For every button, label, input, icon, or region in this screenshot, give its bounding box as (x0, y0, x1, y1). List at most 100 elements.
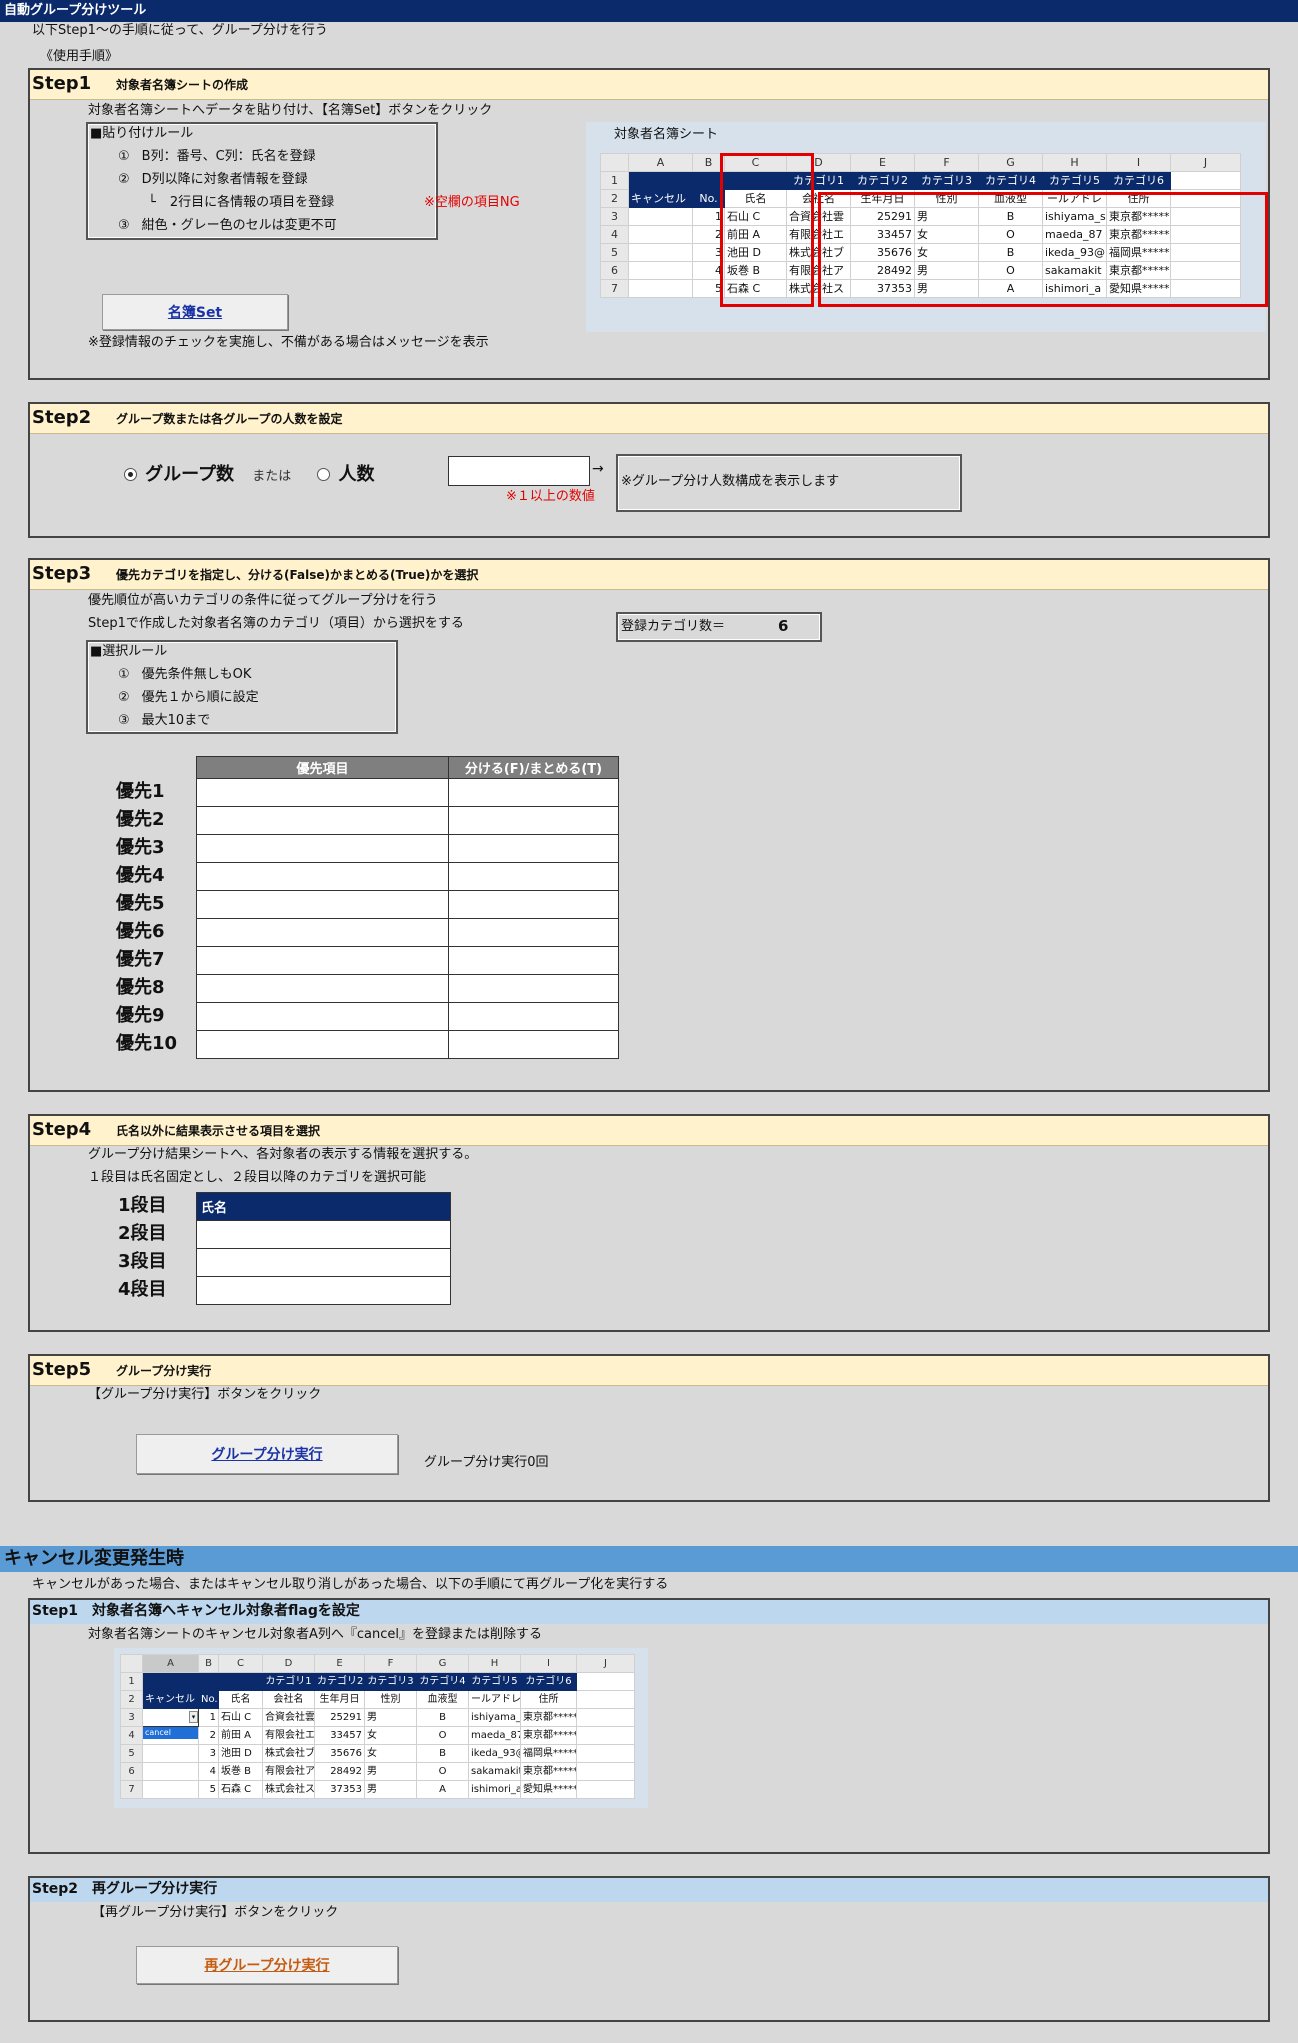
app-title: 自動グループ分けツール (4, 3, 147, 18)
priority-item-cell[interactable] (196, 918, 449, 947)
split-merge-cell[interactable] (448, 1002, 619, 1031)
cancel-sheet-table: ABCDEFGHIJ 1 カテゴリ1 カテゴリ2 カテゴリ3 カテゴリ4 カテゴリ5 カテゴ… (120, 1654, 635, 1799)
rule-num: ③ (118, 713, 130, 728)
step2-label: Step2 (32, 407, 92, 428)
step5-header: Step5 グループ分け実行 (30, 1356, 1268, 1386)
display-row-labels: 1段目 2段目 3段目 4段目 (118, 1192, 198, 1304)
col-header: J (1170, 153, 1241, 172)
group-mode-radio-group: グループ数 または 人数 (124, 460, 375, 486)
cancel-sheet-preview: ABCDEFGHIJ 1 カテゴリ1 カテゴリ2 カテゴリ3 カテゴリ4 カテゴリ5 カテゴ… (114, 1648, 648, 1808)
table-row (196, 890, 619, 919)
cancel-section-header: キャンセル変更発生時 (0, 1546, 1298, 1572)
radio-group-count-label: グループ数 (145, 464, 235, 485)
display-row-label: 3段目 (118, 1251, 167, 1272)
radio-group-count[interactable] (124, 468, 137, 481)
priority-item-cell[interactable] (196, 946, 449, 975)
table-row (196, 806, 619, 835)
step4-desc2: １段目は氏名固定とし、２段目以降のカテゴリを選択可能 (88, 1170, 427, 1185)
priority-label: 優先7 (116, 949, 165, 970)
paste-rules-box: ■貼り付けルール ① B列：番号、C列：氏名を登録 ② D列以降に対象者情報を登録 … (86, 122, 520, 240)
split-merge-cell[interactable] (448, 890, 619, 919)
display-item-cell[interactable] (196, 1276, 451, 1305)
rule-text: D列以降に対象者情報を登録 (141, 172, 308, 187)
col-header: G (978, 153, 1043, 172)
category-count-label: 登録カテゴリ数＝ (621, 619, 726, 634)
group-count-input[interactable] (448, 456, 590, 486)
dropdown-option-cancel[interactable]: cancel (143, 1727, 198, 1739)
step4-header: Step4 氏名以外に結果表示させる項目を選択 (30, 1116, 1268, 1146)
rule-text: 優先条件無しもOK (141, 667, 252, 682)
cancel-dropdown[interactable]: ▾ (142, 1708, 199, 1727)
display-row-label: 4段目 (118, 1279, 167, 1300)
split-merge-cell[interactable] (448, 974, 619, 1003)
table-row (196, 946, 619, 975)
rule-num: └ (148, 195, 156, 210)
priority-item-cell[interactable] (196, 806, 449, 835)
step5-title: グループ分け実行 (116, 1364, 212, 1378)
split-merge-cell[interactable] (448, 946, 619, 975)
cancel-step1-header: Step1 対象者名簿へキャンセル対象者flagを設定 (30, 1600, 1268, 1624)
step3-desc1: 優先順位が高いカテゴリの条件に従ってグループ分けを行う (88, 593, 438, 608)
table-row (196, 1276, 451, 1305)
priority-label: 優先10 (116, 1033, 178, 1054)
split-merge-cell[interactable] (448, 1030, 619, 1059)
split-merge-cell[interactable] (448, 778, 619, 807)
or-label: または (252, 469, 292, 484)
sheet-preview: 対象者名簿シート ABCDEFGHIJ 1 カテゴリ1 カテゴリ2 カテゴリ3 カテゴ… (586, 122, 1268, 332)
app-title-bar: 自動グループ分けツール (0, 0, 1298, 22)
rule-text: 優先１から順に設定 (141, 690, 259, 705)
cancel-step2-desc: 【再グループ分け実行】ボタンをクリック (92, 1905, 339, 1920)
step4-panel: Step4 氏名以外に結果表示させる項目を選択 グループ分け結果シートへ、各対象… (28, 1114, 1270, 1332)
priority-item-cell[interactable] (196, 862, 449, 891)
step4-desc1: グループ分け結果シートへ、各対象者の表示する情報を選択する。 (88, 1147, 478, 1162)
table-row (196, 1220, 451, 1249)
category-cell: カテゴリ6 (1106, 171, 1171, 190)
step4-title: 氏名以外に結果表示させる項目を選択 (116, 1124, 321, 1138)
display-row-label: 2段目 (118, 1223, 167, 1244)
priority-label: 優先2 (116, 809, 165, 830)
table-row (196, 1030, 619, 1059)
step1-label: Step1 (32, 73, 92, 94)
step1-note: ※登録情報のチェックを実施し、不備がある場合はメッセージを表示 (88, 335, 489, 350)
radio-member-count[interactable] (317, 468, 331, 481)
step1-title: 対象者名簿シートの作成 (116, 78, 249, 92)
step3-header: Step3 優先カテゴリを指定し、分ける(False)かまとめる(True)かを… (30, 560, 1268, 590)
col-header: I (1106, 153, 1171, 172)
cancel-desc: キャンセルがあった場合、またはキャンセル取り消しがあった場合、以下の手順にて再グ… (32, 1577, 669, 1592)
display-item-cell[interactable] (196, 1220, 451, 1249)
step4-label: Step4 (32, 1119, 92, 1140)
intro-text: 以下Step1～の手順に従って、グループ分けを行う (32, 23, 328, 38)
table-row (196, 1002, 619, 1031)
group-composition-text: ※グループ分け人数構成を表示します (621, 474, 840, 489)
priority-item-cell[interactable] (196, 834, 449, 863)
rule-text: 紺色・グレー色のセルは変更不可 (141, 218, 337, 233)
priority-label: 優先5 (116, 893, 165, 914)
category-count-value: 6 (778, 617, 789, 635)
priority-item-cell[interactable] (196, 778, 449, 807)
split-merge-cell[interactable] (448, 862, 619, 891)
step3-label: Step3 (32, 563, 92, 584)
category-cell: カテゴリ3 (914, 171, 979, 190)
chevron-down-icon[interactable]: ▾ (189, 1711, 198, 1723)
priority-item-cell[interactable] (196, 974, 449, 1003)
meibo-set-button[interactable]: 名簿Set (102, 294, 288, 330)
step1-panel: Step1 対象者名簿シートの作成 対象者名簿シートへデータを貼り付け、【名簿S… (28, 68, 1270, 380)
input-note: ※１以上の数値 (506, 489, 595, 504)
arrow-icon: → (592, 461, 604, 477)
run-grouping-button[interactable]: グループ分け実行 (136, 1434, 398, 1474)
rerun-grouping-button[interactable]: 再グループ分け実行 (136, 1946, 398, 1984)
split-merge-cell[interactable] (448, 806, 619, 835)
cancel-section-title: キャンセル変更発生時 (4, 1548, 184, 1569)
priority-item-cell[interactable] (196, 890, 449, 919)
usage-label: 《使用手順》 (40, 49, 119, 64)
display-item-cell[interactable] (196, 1248, 451, 1277)
display-item-fixed-cell: 氏名 (196, 1192, 451, 1221)
split-merge-cell[interactable] (448, 918, 619, 947)
step2-panel: Step2 グループ数または各グループの人数を設定 グループ数 または 人数 →… (28, 402, 1270, 538)
priority-label: 優先9 (116, 1005, 165, 1026)
table-row (196, 974, 619, 1003)
priority-item-cell[interactable] (196, 1030, 449, 1059)
table-row (196, 834, 619, 863)
priority-item-cell[interactable] (196, 1002, 449, 1031)
split-merge-cell[interactable] (448, 834, 619, 863)
